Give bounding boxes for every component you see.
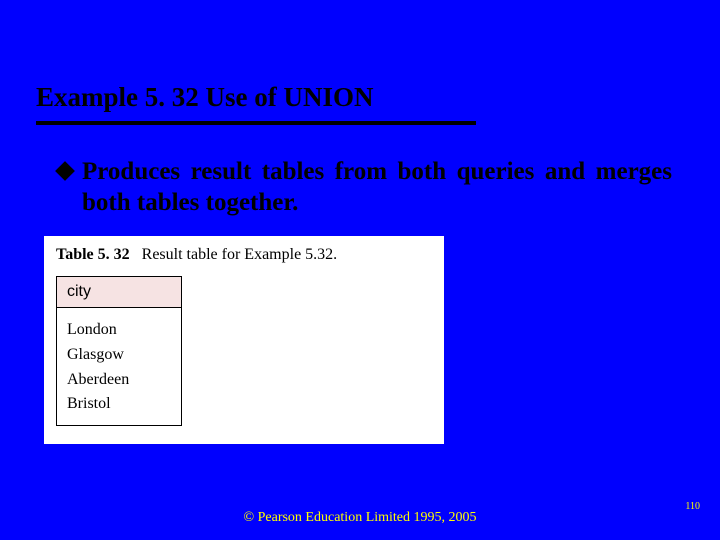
table-row: Bristol [67, 392, 171, 417]
slide-title: Example 5. 32 Use of UNION [36, 82, 684, 119]
title-area: Example 5. 32 Use of UNION [36, 82, 684, 125]
bullet-row: Produces result tables from both queries… [58, 156, 684, 219]
figure-caption: Table 5. 32 Result table for Example 5.3… [56, 246, 432, 264]
page-number: 110 [685, 501, 700, 512]
table-row: Glasgow [67, 343, 171, 368]
figure-caption-rest: Result table for Example 5.32. [142, 246, 338, 263]
table-row: Aberdeen [67, 368, 171, 393]
bullet-text: Produces result tables from both queries… [82, 156, 672, 219]
figure-panel: Table 5. 32 Result table for Example 5.3… [44, 236, 444, 444]
title-underline [36, 121, 476, 125]
table-header-city: city [57, 277, 182, 308]
footer-copyright: © Pearson Education Limited 1995, 2005 [0, 510, 720, 526]
table-row: London [67, 318, 171, 343]
city-list: London Glasgow Aberdeen Bristol [67, 318, 171, 417]
figure-caption-bold: Table 5. 32 [56, 246, 130, 263]
result-table: city London Glasgow Aberdeen Bristol [56, 276, 182, 426]
diamond-bullet-icon [55, 161, 75, 181]
